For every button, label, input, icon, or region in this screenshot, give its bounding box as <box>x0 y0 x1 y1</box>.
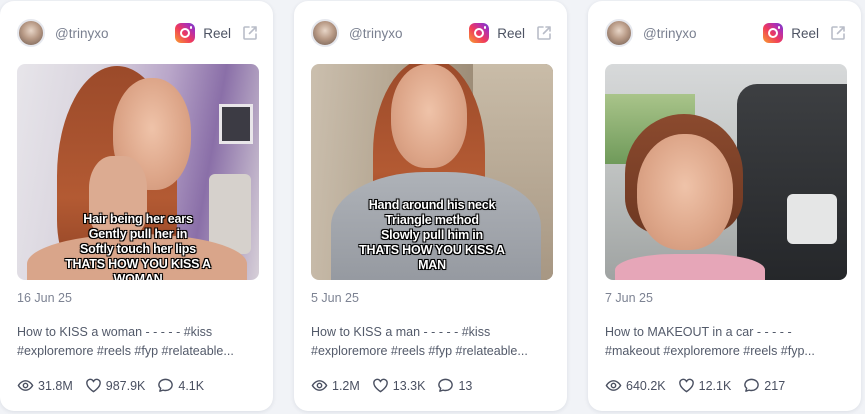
video-thumbnail[interactable] <box>605 64 847 280</box>
likes-stat: 12.1K <box>678 377 732 394</box>
heart-icon <box>678 378 694 393</box>
heart-icon <box>85 378 101 393</box>
description-line: #exploremore #reels #fyp #relateable... <box>311 343 528 358</box>
external-link-icon[interactable] <box>829 24 847 42</box>
video-caption: Hair being her ears Gently pull her in S… <box>65 212 211 280</box>
eye-icon <box>311 380 328 391</box>
eye-icon <box>17 380 34 391</box>
video-caption: Hand around his neck Triangle method Slo… <box>359 198 505 272</box>
video-thumbnail[interactable]: Hair being her ears Gently pull her in S… <box>17 64 259 280</box>
avatar[interactable] <box>605 19 633 47</box>
post-card[interactable]: @trinyxo Reel Hand around his neck Trian… <box>294 1 567 411</box>
views-stat: 31.8M <box>17 377 73 394</box>
comments-count: 13 <box>458 378 473 393</box>
comment-icon <box>158 378 174 392</box>
post-description: How to KISS a woman - - - - - #kiss #exp… <box>17 323 259 360</box>
heart-icon <box>372 378 388 393</box>
post-stats: 640.2K 12.1K 217 <box>605 377 797 394</box>
author-handle[interactable]: @trinyxo <box>349 26 402 41</box>
author-handle[interactable]: @trinyxo <box>55 26 108 41</box>
instagram-icon <box>469 23 490 43</box>
card-header: @trinyxo Reel <box>311 18 553 48</box>
post-description: How to KISS a man - - - - - #kiss #explo… <box>311 323 553 360</box>
post-date: 5 Jun 25 <box>311 291 359 305</box>
post-date: 16 Jun 25 <box>17 291 72 305</box>
likes-count: 987.9K <box>105 378 146 393</box>
external-link-icon[interactable] <box>535 24 553 42</box>
likes-count: 12.1K <box>698 378 732 393</box>
views-count: 640.2K <box>626 378 666 393</box>
description-line: #makeout #exploremore #reels #fyp... <box>605 343 815 358</box>
likes-stat: 987.9K <box>85 377 146 394</box>
instagram-icon <box>763 23 784 43</box>
description-line: How to KISS a woman - - - - - #kiss <box>17 325 213 339</box>
comments-stat: 4.1K <box>157 377 204 394</box>
avatar[interactable] <box>17 19 45 47</box>
comments-stat: 13 <box>437 377 472 394</box>
card-header: @trinyxo Reel <box>17 18 259 48</box>
comments-count: 217 <box>764 378 786 393</box>
views-stat: 640.2K <box>605 377 666 394</box>
views-count: 31.8M <box>38 378 73 393</box>
description-line: How to MAKEOUT in a car - - - - - <box>605 325 792 339</box>
post-description: How to MAKEOUT in a car - - - - - #makeo… <box>605 323 847 360</box>
views-count: 1.2M <box>332 378 360 393</box>
external-link-icon[interactable] <box>241 24 259 42</box>
post-type-label: Reel <box>791 25 819 41</box>
comment-icon <box>744 378 760 392</box>
comments-count: 4.1K <box>178 378 205 393</box>
post-stats: 31.8M 987.9K 4.1K <box>17 377 216 394</box>
description-line: How to KISS a man - - - - - #kiss <box>311 325 491 339</box>
comment-icon <box>438 378 454 392</box>
views-stat: 1.2M <box>311 377 360 394</box>
video-thumbnail[interactable]: Hand around his neck Triangle method Slo… <box>311 64 553 280</box>
post-card[interactable]: @trinyxo Reel Hair being her ears Gently… <box>0 1 273 411</box>
eye-icon <box>605 380 622 391</box>
post-date: 7 Jun 25 <box>605 291 653 305</box>
avatar[interactable] <box>311 19 339 47</box>
comments-stat: 217 <box>743 377 785 394</box>
likes-count: 13.3K <box>392 378 426 393</box>
post-card[interactable]: @trinyxo Reel 7 Jun 25 How to MAKEOUT in… <box>588 1 861 411</box>
likes-stat: 13.3K <box>372 377 426 394</box>
author-handle[interactable]: @trinyxo <box>643 26 696 41</box>
instagram-icon <box>175 23 196 43</box>
description-line: #exploremore #reels #fyp #relateable... <box>17 343 234 358</box>
post-type-label: Reel <box>497 25 525 41</box>
card-header: @trinyxo Reel <box>605 18 847 48</box>
post-stats: 1.2M 13.3K 13 <box>311 377 484 394</box>
post-type-label: Reel <box>203 25 231 41</box>
